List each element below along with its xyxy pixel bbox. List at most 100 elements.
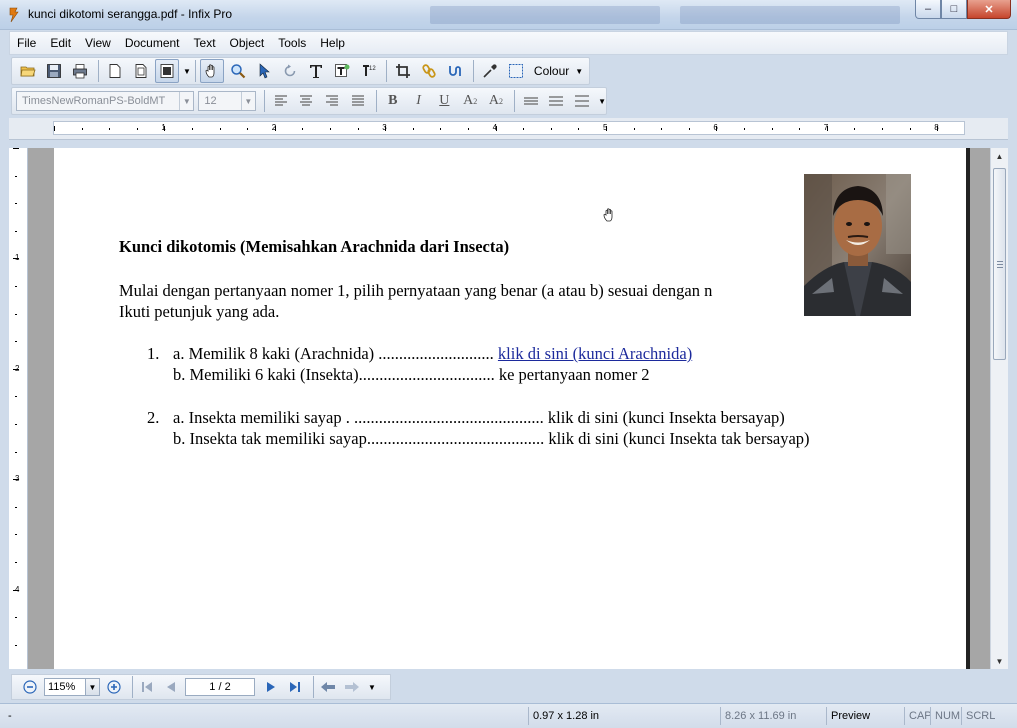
ruler-tick [109, 128, 111, 130]
page-number-input[interactable]: 1 / 2 [185, 678, 255, 696]
align-right-button[interactable] [320, 90, 344, 112]
zoom-tool-button[interactable] [226, 59, 250, 83]
menu-tools[interactable]: Tools [271, 36, 313, 50]
list-button[interactable] [570, 90, 594, 112]
maximize-button[interactable]: □ [941, 0, 967, 19]
question-2-option-b[interactable]: b. Insekta tak memiliki sayap...........… [173, 429, 810, 449]
forward-arrow-icon [345, 682, 359, 692]
toolbar-separator [472, 60, 474, 82]
question-1-option-a[interactable]: a. Memilik 8 kaki (Arachnida) ..........… [173, 344, 692, 364]
text-tool-button[interactable] [304, 59, 328, 83]
ruler-number: 6 [713, 123, 718, 132]
print-button[interactable] [68, 59, 92, 83]
rotate-tool-button[interactable] [278, 59, 302, 83]
close-button[interactable]: ✕ [967, 0, 1011, 19]
status-bar: - 0.97 x 1.28 in 8.26 x 11.69 in Preview… [0, 703, 1017, 728]
format-toolbar: TimesNewRomanPS-BoldMT ▼ 12 ▼ B I U A2 A… [11, 87, 607, 115]
question-1-number: 1. [147, 344, 160, 363]
superscript-button[interactable]: A2 [458, 90, 482, 112]
ruler-tick [81, 128, 83, 130]
ruler-number: 5 [603, 123, 608, 132]
rotate-icon [284, 64, 296, 77]
vertical-scrollbar[interactable]: ▲ ▼ [990, 148, 1008, 669]
paragraph-spacing-button[interactable] [545, 90, 569, 112]
unlink-tool-button[interactable] [443, 59, 467, 83]
history-forward-button[interactable] [342, 677, 362, 697]
first-page-button[interactable] [137, 677, 157, 697]
font-name-select[interactable]: TimesNewRomanPS-BoldMT ▼ [16, 91, 195, 111]
menu-file[interactable]: File [10, 36, 43, 50]
ruler-tick [661, 128, 663, 130]
menu-document[interactable]: Document [118, 36, 187, 50]
justify-button[interactable] [346, 90, 370, 112]
crop-button[interactable] [391, 59, 415, 83]
scroll-thumb[interactable] [993, 168, 1006, 360]
subscript-button[interactable]: A2 [484, 90, 508, 112]
new-page-button[interactable] [103, 59, 127, 83]
next-page-button[interactable] [261, 677, 281, 697]
italic-button[interactable]: I [407, 90, 431, 112]
ruler-number: 2 [15, 363, 20, 373]
document-canvas[interactable]: Kunci dikotomis (Memisahkan Arachnida da… [28, 148, 990, 669]
ruler-tick [15, 396, 17, 398]
intro-line-2[interactable]: Ikuti petunjuk yang ada. [119, 302, 279, 322]
question-2-option-a[interactable]: a. Insekta memiliki sayap . ............… [173, 408, 785, 428]
ruler-tick [13, 148, 19, 149]
ruler-tick [15, 534, 17, 536]
eyedropper-icon [483, 64, 497, 78]
colour-swatch-button[interactable] [504, 59, 528, 83]
pdf-page[interactable]: Kunci dikotomis (Memisahkan Arachnida da… [54, 148, 970, 669]
ruler-scale: 1 2 3 4 5 6 7 8 [53, 121, 965, 135]
select-tool-button[interactable] [252, 59, 276, 83]
hand-tool-button[interactable] [199, 59, 224, 83]
colour-label[interactable]: Colour [534, 64, 569, 78]
minimize-button[interactable]: – [915, 0, 941, 19]
question-1-option-b[interactable]: b. Memiliki 6 kaki (Insekta)............… [173, 365, 650, 385]
align-left-button[interactable] [269, 90, 293, 112]
ruler-tick [468, 128, 469, 130]
zoom-in-button[interactable] [104, 677, 124, 697]
zoom-out-button[interactable] [20, 677, 40, 697]
underline-button[interactable]: U [432, 90, 456, 112]
align-center-button[interactable] [295, 90, 319, 112]
font-size-select[interactable]: 12 ▼ [198, 91, 256, 111]
line-spacing-icon [523, 97, 538, 105]
open-button[interactable] [16, 59, 40, 83]
scroll-up-arrow[interactable]: ▲ [991, 148, 1008, 164]
intro-line-1[interactable]: Mulai dengan pertanyaan nomer 1, pilih p… [119, 281, 712, 301]
link-tool-button[interactable] [417, 59, 441, 83]
list-icon [575, 95, 590, 107]
document-heading[interactable]: Kunci dikotomis (Memisahkan Arachnida da… [119, 237, 509, 257]
menu-object[interactable]: Object [223, 36, 272, 50]
previous-page-icon [167, 682, 175, 692]
zoom-select[interactable]: 115% ▼ [44, 678, 100, 696]
view-dropdown-arrow[interactable]: ▼ [183, 67, 191, 76]
menu-text[interactable]: Text [187, 36, 223, 50]
two-page-view-button[interactable] [155, 59, 179, 83]
vertical-ruler: 1 2 3 4 [9, 148, 28, 669]
line-spacing-button[interactable] [519, 90, 543, 112]
main-toolbar: ▼ 123 Colour ▼ [11, 57, 590, 85]
last-page-button[interactable] [285, 677, 305, 697]
ruler-tick [192, 128, 193, 130]
text-frame-button[interactable] [330, 59, 354, 83]
arachnida-key-link[interactable]: klik di sini (kunci Arachnida) [498, 344, 692, 363]
menu-edit[interactable]: Edit [43, 36, 78, 50]
ruler-tick [15, 506, 17, 508]
eyedropper-button[interactable] [478, 59, 502, 83]
colour-dropdown-arrow[interactable]: ▼ [575, 67, 583, 76]
format-dropdown-arrow[interactable]: ▼ [598, 97, 606, 106]
previous-page-button[interactable] [161, 677, 181, 697]
menu-view[interactable]: View [78, 36, 118, 50]
menu-help[interactable]: Help [313, 36, 352, 50]
bold-button[interactable]: B [381, 90, 405, 112]
next-page-icon [267, 682, 275, 692]
save-button[interactable] [42, 59, 66, 83]
history-back-button[interactable] [318, 677, 338, 697]
horizontal-ruler: 1 2 3 4 5 6 7 8 [9, 118, 1008, 140]
author-photo[interactable] [804, 174, 911, 316]
scroll-down-arrow[interactable]: ▼ [991, 653, 1008, 669]
text-flow-button[interactable]: 123 [356, 59, 380, 83]
navigation-dropdown-arrow[interactable]: ▼ [368, 683, 376, 692]
page-view-button[interactable] [129, 59, 153, 83]
